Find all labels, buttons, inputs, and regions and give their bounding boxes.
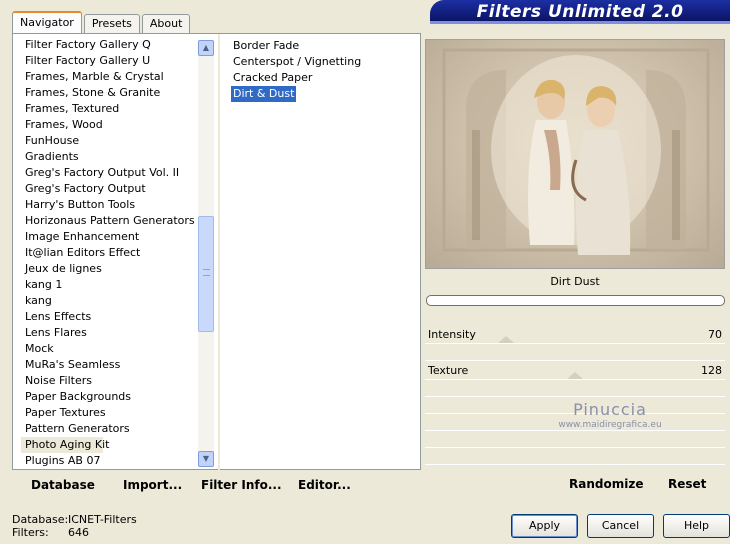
- filter-toolbar: Randomize Reset: [425, 471, 725, 498]
- param-empty-row: [425, 381, 725, 397]
- grip-icon: [203, 269, 210, 276]
- param-texture-label: Texture: [428, 364, 469, 377]
- category-item[interactable]: Plugins AB 07: [21, 453, 201, 467]
- category-item[interactable]: Frames, Textured: [21, 101, 201, 117]
- category-item[interactable]: Filter Factory Gallery U: [21, 53, 201, 69]
- category-item[interactable]: Frames, Marble & Crystal: [21, 69, 201, 85]
- import-button[interactable]: Import...: [123, 478, 182, 492]
- category-item[interactable]: Photo Aging Kit: [21, 437, 109, 453]
- tab-presets[interactable]: Presets: [83, 14, 140, 33]
- category-item[interactable]: Paper Backgrounds: [21, 389, 201, 405]
- param-empty-row: [425, 449, 725, 465]
- category-item[interactable]: Mock: [21, 341, 201, 357]
- category-item[interactable]: Greg's Factory Output Vol. II: [21, 165, 201, 181]
- category-item[interactable]: Harry's Button Tools: [21, 197, 201, 213]
- watermark-name: Pinuccia: [573, 400, 647, 419]
- filter-name-label: Dirt Dust: [550, 275, 600, 288]
- list-divider: [218, 34, 220, 471]
- tab-about[interactable]: About: [141, 14, 191, 33]
- category-item[interactable]: Noise Filters: [21, 373, 201, 389]
- navigator-toolbar: Database Import... Filter Info... Editor…: [12, 471, 421, 498]
- category-item[interactable]: Jeux de lignes: [21, 261, 201, 277]
- cancel-button[interactable]: Cancel: [587, 514, 654, 538]
- param-texture-value: 128: [701, 364, 722, 377]
- category-item[interactable]: Frames, Stone & Granite: [21, 85, 201, 101]
- category-item[interactable]: FunHouse: [21, 133, 201, 149]
- category-item[interactable]: Image Enhancement: [21, 229, 201, 245]
- filter-item[interactable]: Dirt & Dust: [231, 86, 297, 102]
- status-filters-label: Filters:: [12, 526, 49, 539]
- filter-info-button[interactable]: Filter Info...: [201, 478, 282, 492]
- filter-list[interactable]: Border Fade Centerspot / Vignetting Cracke…: [231, 38, 411, 102]
- category-item[interactable]: kang 1: [21, 277, 201, 293]
- status-filters-value: 646: [68, 526, 89, 539]
- category-item[interactable]: Pattern Generators: [21, 421, 201, 437]
- preview-image: [425, 39, 725, 269]
- category-item[interactable]: kang: [21, 293, 201, 309]
- status-database-value: ICNET-Filters: [68, 513, 137, 526]
- category-scrollbar[interactable]: ▲ ▼: [198, 40, 214, 467]
- watermark-url: www.maidiregrafica.eu: [558, 420, 662, 430]
- filter-item[interactable]: Centerspot / Vignetting: [231, 54, 363, 70]
- tab-strip: Navigator Presets About: [12, 11, 192, 33]
- filter-item[interactable]: Border Fade: [231, 38, 301, 54]
- app-title: Filters Unlimited 2.0: [476, 2, 684, 22]
- chevron-down-icon: ▼: [202, 454, 210, 463]
- category-item[interactable]: Paper Textures: [21, 405, 201, 421]
- navigator-panel: Filter Factory Gallery Q Filter Factory G…: [12, 33, 421, 471]
- param-intensity-slider[interactable]: [498, 336, 514, 343]
- app-banner: Filters Unlimited 2.0: [430, 0, 730, 24]
- category-item[interactable]: Lens Effects: [21, 309, 201, 325]
- filter-item[interactable]: Cracked Paper: [231, 70, 314, 86]
- progress-bar: [426, 295, 725, 306]
- category-item[interactable]: Greg's Factory Output: [21, 181, 201, 197]
- status-area: Database:ICNET-Filters Filters: 646: [12, 513, 137, 539]
- scroll-thumb[interactable]: [198, 216, 214, 332]
- category-item[interactable]: It@lian Editors Effect: [21, 245, 201, 261]
- category-item[interactable]: Gradients: [21, 149, 201, 165]
- chevron-up-icon: ▲: [202, 43, 210, 52]
- category-item[interactable]: Filter Factory Gallery Q: [21, 37, 201, 53]
- scroll-down-button[interactable]: ▼: [198, 451, 214, 467]
- param-empty-row: [425, 432, 725, 448]
- category-item[interactable]: Lens Flares: [21, 325, 201, 341]
- param-intensity-label: Intensity: [428, 328, 476, 341]
- param-texture-slider[interactable]: [567, 372, 583, 379]
- category-list[interactable]: Filter Factory Gallery Q Filter Factory G…: [21, 37, 201, 467]
- param-empty-row: [425, 345, 725, 361]
- randomize-button[interactable]: Randomize: [569, 477, 643, 491]
- editor-button[interactable]: Editor...: [298, 478, 351, 492]
- category-item[interactable]: Frames, Wood: [21, 117, 201, 133]
- tab-navigator[interactable]: Navigator: [12, 11, 82, 33]
- scroll-up-button[interactable]: ▲: [198, 40, 214, 56]
- reset-button[interactable]: Reset: [668, 477, 706, 491]
- help-button[interactable]: Help: [663, 514, 730, 538]
- category-item[interactable]: MuRa's Seamless: [21, 357, 201, 373]
- preview-photo-icon: [426, 40, 724, 268]
- param-intensity-row[interactable]: Intensity 70: [425, 326, 725, 344]
- database-button[interactable]: Database: [31, 478, 95, 492]
- apply-button[interactable]: Apply: [511, 514, 578, 538]
- category-item[interactable]: Horizonaus Pattern Generators: [21, 213, 201, 229]
- watermark: Pinuccia www.maidiregrafica.eu: [540, 400, 680, 430]
- param-intensity-value: 70: [708, 328, 722, 341]
- status-database-label: Database:: [12, 513, 69, 526]
